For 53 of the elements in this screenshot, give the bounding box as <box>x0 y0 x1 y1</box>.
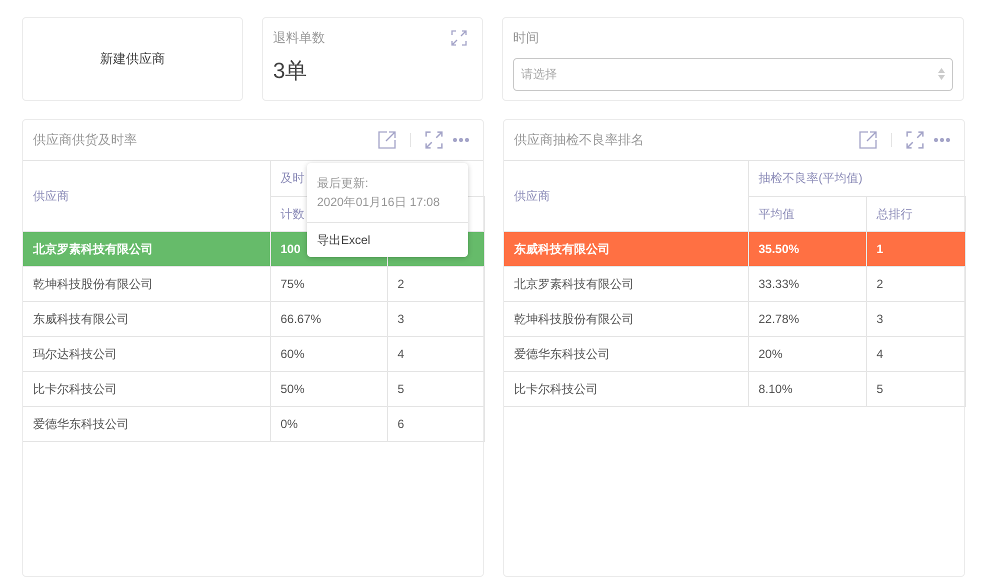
expand-icon[interactable] <box>451 30 467 46</box>
table-cell: 35.50% <box>748 231 866 266</box>
update-label: 最后更新: <box>317 175 370 192</box>
table-cell: 爱德华东科技公司 <box>504 336 748 371</box>
table-cell: 2 <box>866 266 965 301</box>
share-icon[interactable] <box>378 131 396 149</box>
table-cell: 北京罗素科技有限公司 <box>504 266 748 301</box>
table-cell: 0% <box>270 406 387 441</box>
panel-title: 供应商供货及时率 <box>33 131 137 150</box>
table-cell: 爱德华东科技公司 <box>23 406 270 441</box>
table-cell: 6 <box>387 406 484 441</box>
expand-icon[interactable] <box>425 131 443 149</box>
table-cell: 3 <box>387 301 484 336</box>
table-cell: 1 <box>866 231 965 266</box>
table-cell: 东威科技有限公司 <box>504 231 748 266</box>
expand-icon[interactable] <box>906 131 924 149</box>
table-cell: 4 <box>387 336 484 371</box>
table-cell: 玛尔达科技公司 <box>23 336 270 371</box>
table-cell: 50% <box>270 371 387 406</box>
table-cell: 比卡尔科技公司 <box>23 371 270 406</box>
table-cell: 22.78% <box>748 301 866 336</box>
table-cell: 20% <box>748 336 866 371</box>
select-placeholder: 请选择 <box>521 66 557 83</box>
table-cell: 5 <box>866 371 965 406</box>
table-cell: 33.33% <box>748 266 866 301</box>
table-cell: 5 <box>387 371 484 406</box>
column-header: 抽检不良率(平均值) <box>748 161 965 196</box>
table-cell: 比卡尔科技公司 <box>504 371 748 406</box>
column-header: 供应商 <box>23 161 270 231</box>
table-cell: 3 <box>866 301 965 336</box>
new-supplier-card[interactable]: 新建供应商 <box>22 17 243 101</box>
more-icon[interactable] <box>453 138 469 142</box>
table-cell: 66.67% <box>270 301 387 336</box>
filter-label: 时间 <box>513 29 540 47</box>
table-cell: 北京罗素科技有限公司 <box>23 231 270 266</box>
table-cell: 8.10% <box>748 371 866 406</box>
table-cell: 东威科技有限公司 <box>23 301 270 336</box>
table-cell: 乾坤科技股份有限公司 <box>504 301 748 336</box>
more-icon[interactable] <box>934 138 950 142</box>
stat-value: 3单 <box>273 56 308 84</box>
panel-title: 供应商抽检不良率排名 <box>514 131 644 150</box>
table-cell: 60% <box>270 336 387 371</box>
new-supplier-label: 新建供应商 <box>100 50 165 68</box>
column-header: 平均值 <box>748 196 866 231</box>
card-title: 退料单数 <box>273 29 325 47</box>
column-header: 供应商 <box>504 161 748 231</box>
share-icon[interactable] <box>859 131 877 149</box>
table-cell: 2 <box>387 266 484 301</box>
table-cell: 75% <box>270 266 387 301</box>
table-cell: 乾坤科技股份有限公司 <box>23 266 270 301</box>
column-header: 总排行 <box>866 196 965 231</box>
sort-arrows-icon <box>938 68 945 80</box>
table-cell: 4 <box>866 336 965 371</box>
